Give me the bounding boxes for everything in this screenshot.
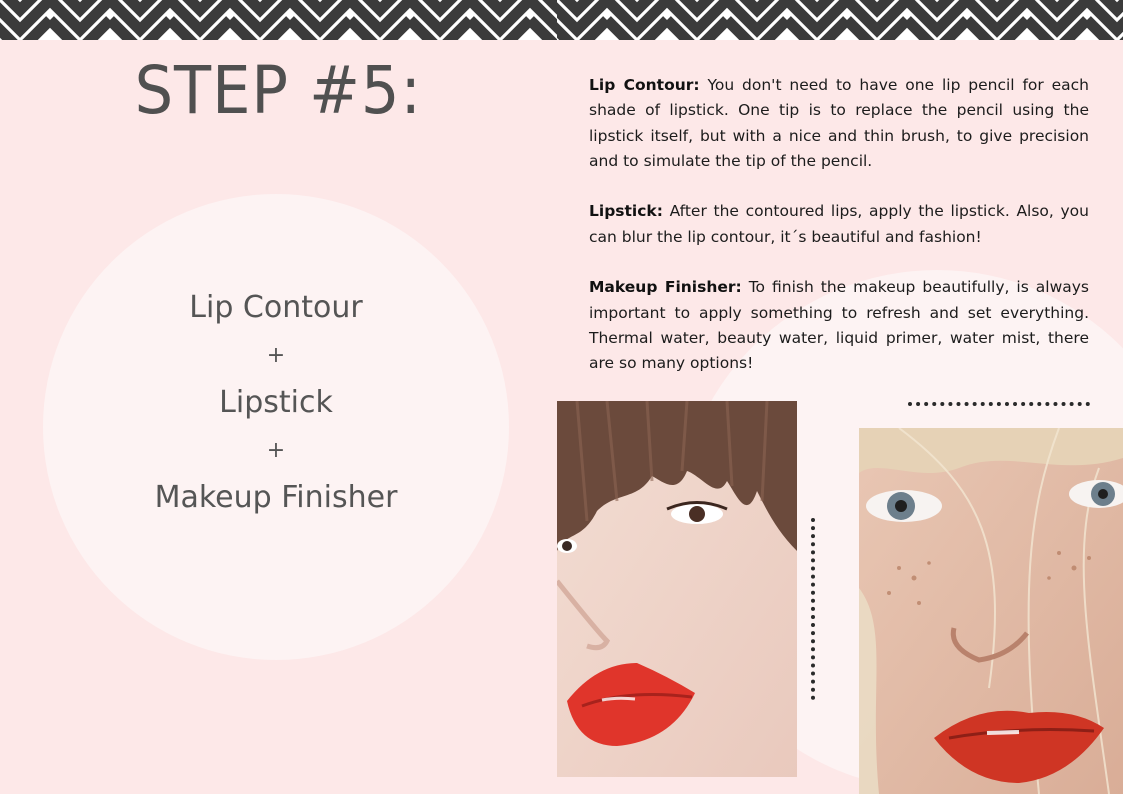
right-page: Lip Contour: You don't need to have one …: [557, 0, 1123, 794]
step-lipstick: Lipstick: [219, 385, 333, 420]
steps-summary: Lip Contour + Lipstick + Makeup Finisher: [43, 284, 509, 522]
dotted-divider-horizontal: [908, 402, 1090, 406]
paragraph-lip-contour: Lip Contour: You don't need to have one …: [589, 73, 1089, 174]
page-title: STEP #5:: [134, 52, 422, 129]
photo-model-freckles: [859, 428, 1123, 794]
paragraph-heading: Makeup Finisher:: [589, 278, 742, 297]
instructions-text: Lip Contour: You don't need to have one …: [589, 73, 1089, 402]
left-page: STEP #5: Lip Contour + Lipstick + Makeup…: [0, 0, 557, 794]
paragraph-heading: Lipstick:: [589, 202, 663, 221]
paragraph-heading: Lip Contour:: [589, 76, 700, 94]
paragraph-lipstick: Lipstick: After the contoured lips, appl…: [589, 199, 1089, 250]
paragraph-body: After the contoured lips, apply the lips…: [589, 202, 1089, 246]
photo-model-fringe: [557, 401, 797, 777]
step-makeup-finisher: Makeup Finisher: [154, 480, 398, 515]
step-lip-contour: Lip Contour: [189, 290, 363, 325]
paragraph-makeup-finisher: Makeup Finisher: To finish the makeup be…: [589, 275, 1089, 376]
plus-sign: +: [266, 342, 286, 368]
plus-sign: +: [266, 437, 286, 463]
dotted-divider-vertical: [811, 518, 815, 700]
